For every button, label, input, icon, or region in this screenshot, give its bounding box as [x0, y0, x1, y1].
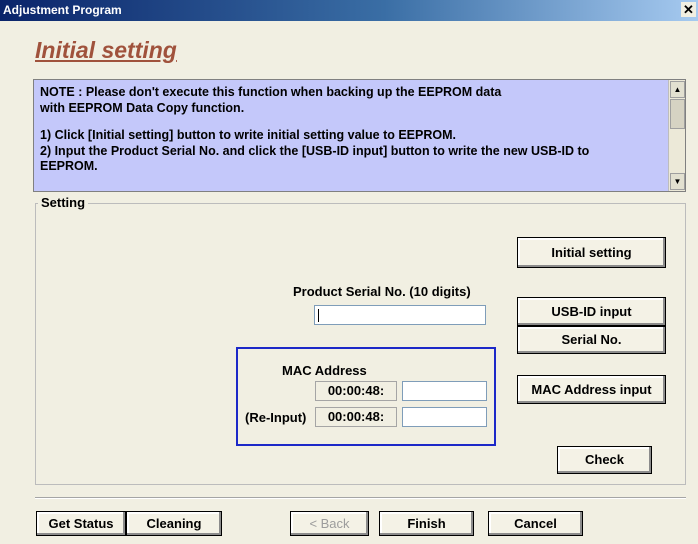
note-line: EEPROM. [40, 159, 98, 173]
mac-reinput-prefix: 00:00:48: [315, 407, 397, 427]
initial-setting-button[interactable]: Initial setting [517, 237, 666, 268]
mac-address-input[interactable] [402, 381, 487, 401]
finish-button[interactable]: Finish [379, 511, 474, 536]
text-caret [318, 309, 319, 322]
serial-no-button[interactable]: Serial No. [517, 326, 666, 354]
note-line: with EEPROM Data Copy function. [40, 100, 245, 115]
usb-id-input-button[interactable]: USB-ID input [517, 297, 666, 326]
close-icon[interactable]: ✕ [681, 2, 696, 17]
note-scrollbar[interactable]: ▲ ▼ [668, 80, 685, 191]
scroll-down-arrow-icon[interactable]: ▼ [670, 173, 685, 190]
adjustment-program-window: Adjustment Program ✕ Initial setting NOT… [0, 0, 698, 544]
mac-address-input-button[interactable]: MAC Address input [517, 375, 666, 404]
note-line: 1) Click [Initial setting] button to wri… [40, 128, 456, 142]
mac-reinput-input[interactable] [402, 407, 487, 427]
note-text: NOTE : Please don't execute this functio… [40, 85, 664, 175]
window-title: Adjustment Program [3, 3, 122, 17]
scroll-up-arrow-icon[interactable]: ▲ [670, 81, 685, 98]
mac-prefix: 00:00:48: [315, 381, 397, 401]
title-bar: Adjustment Program ✕ [0, 0, 698, 21]
scroll-thumb[interactable] [670, 99, 685, 129]
note-line: NOTE : Please don't execute this functio… [40, 85, 502, 99]
cleaning-button[interactable]: Cleaning [126, 511, 222, 536]
back-button[interactable]: < Back [290, 511, 369, 536]
serial-label: Product Serial No. (10 digits) [293, 284, 471, 299]
mac-address-label: MAC Address [282, 363, 367, 378]
check-button[interactable]: Check [557, 446, 652, 474]
note-blank-line [40, 116, 664, 128]
footer-separator [35, 497, 686, 499]
serial-input[interactable] [314, 305, 486, 325]
get-status-button[interactable]: Get Status [36, 511, 126, 536]
cancel-button[interactable]: Cancel [488, 511, 583, 536]
note-panel: NOTE : Please don't execute this functio… [33, 79, 686, 192]
note-line: 2) Input the Product Serial No. and clic… [40, 143, 590, 158]
setting-legend: Setting [38, 195, 89, 210]
page-title: Initial setting [35, 37, 177, 63]
reinput-label: (Re-Input) [245, 410, 307, 425]
